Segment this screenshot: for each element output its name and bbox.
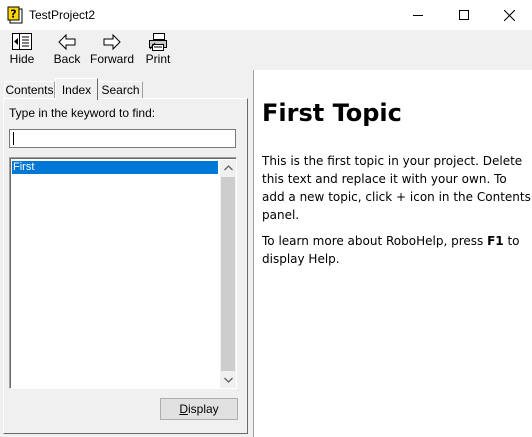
help-app-icon: ? <box>7 6 23 24</box>
list-item[interactable]: First <box>12 161 218 174</box>
display-button[interactable]: Display <box>160 398 238 420</box>
toolbar: Hide Back Forward Print <box>0 30 532 70</box>
topic-title: First Topic <box>262 99 402 127</box>
display-label-rest: isplay <box>187 402 219 416</box>
close-button[interactable] <box>486 0 532 30</box>
window-title: TestProject2 <box>29 8 96 22</box>
printer-icon <box>149 33 167 51</box>
print-button[interactable]: Print <box>144 32 172 70</box>
topic-paragraph-help: To learn more about RoboHelp, press F1 t… <box>262 232 532 268</box>
scrollbar-thumb[interactable] <box>221 177 235 371</box>
tab-search[interactable]: Search <box>99 81 143 98</box>
tab-index[interactable]: Index <box>55 78 98 100</box>
hide-label: Hide <box>9 52 35 66</box>
keyword-listbox[interactable]: First <box>9 157 237 389</box>
svg-text:?: ? <box>10 8 16 21</box>
title-bar: ? TestProject2 <box>0 0 532 30</box>
text-caret <box>13 132 14 145</box>
vertical-scrollbar[interactable] <box>220 160 236 388</box>
hide-button[interactable]: Hide <box>9 32 35 70</box>
forward-arrow-icon <box>103 33 121 51</box>
help-text-before: To learn more about RoboHelp, press <box>262 234 488 248</box>
chevron-down-icon <box>223 377 233 383</box>
back-arrow-icon <box>58 33 76 51</box>
forward-button[interactable]: Forward <box>90 32 135 70</box>
scroll-down-button[interactable] <box>220 372 236 388</box>
maximize-button[interactable] <box>441 0 487 30</box>
chevron-up-icon <box>223 165 233 171</box>
tab-contents-label: Contents <box>5 83 54 97</box>
tab-contents[interactable]: Contents <box>4 81 55 98</box>
minimize-button[interactable] <box>395 0 441 30</box>
forward-label: Forward <box>90 52 135 66</box>
display-label-accesskey: D <box>179 402 188 416</box>
back-label: Back <box>53 52 81 66</box>
print-label: Print <box>145 52 171 66</box>
tab-index-label: Index <box>61 82 92 97</box>
keyword-label: Type in the keyword to find: <box>9 106 156 120</box>
hide-pane-icon <box>12 33 32 50</box>
scroll-up-button[interactable] <box>220 160 236 176</box>
topic-paragraph: This is the first topic in your project.… <box>262 154 531 222</box>
back-button[interactable]: Back <box>53 32 81 70</box>
maximize-icon <box>459 10 469 20</box>
tab-search-label: Search <box>101 83 140 97</box>
close-icon <box>503 9 515 21</box>
f1-key: F1 <box>487 234 504 248</box>
keyword-input[interactable] <box>9 129 236 148</box>
minimize-icon <box>413 15 423 16</box>
topic-content-pane: First Topic This is the first topic in y… <box>256 70 532 437</box>
navigation-pane: Contents Index Search Type in the keywor… <box>0 70 254 437</box>
